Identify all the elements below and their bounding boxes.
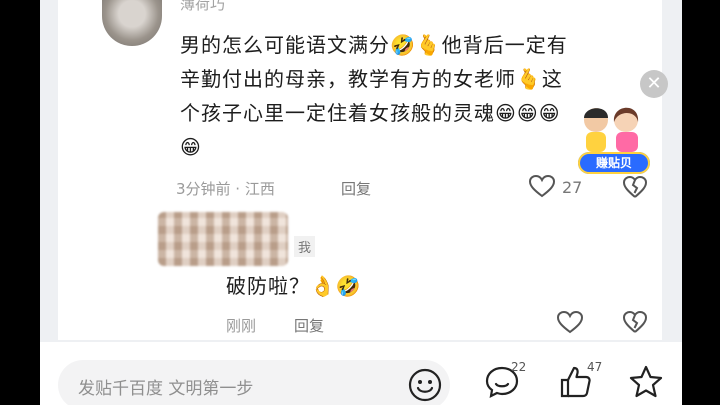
comment-count: 22	[511, 360, 527, 374]
star-icon[interactable]	[628, 364, 664, 400]
promo-badge[interactable]: 赚贴贝	[578, 152, 650, 174]
reply-text: 破防啦？👌🤣	[226, 274, 362, 298]
reply-time: 刚刚	[226, 317, 257, 335]
input-placeholder: 发贴千百度 文明第一步	[78, 379, 254, 399]
comment-line-1: 男的怎么可能语文满分🤣🫰他背后一定有	[180, 33, 568, 57]
comment-line-4: 😁	[180, 135, 202, 159]
blurred-username	[158, 212, 288, 266]
bottom-bar: 发贴千百度 文明第一步 22 47	[40, 342, 682, 405]
heart-icon[interactable]	[556, 310, 584, 334]
reply-button[interactable]: 回复	[341, 178, 371, 199]
comment-author[interactable]: 薄荷巧	[180, 0, 225, 14]
broken-heart-icon[interactable]	[622, 310, 648, 334]
author-tag: 我	[294, 236, 316, 257]
comment-input[interactable]: 发贴千百度 文明第一步	[58, 360, 450, 405]
heart-icon[interactable]	[528, 174, 556, 198]
emoji-smiley-icon[interactable]	[408, 368, 442, 402]
promo-people-icon	[584, 107, 639, 152]
like-count-bottom: 47	[587, 360, 603, 374]
comment-card: 薄荷巧 男的怎么可能语文满分🤣🫰他背后一定有 辛勤付出的母亲，教学有方的女老师🫰…	[58, 0, 662, 340]
phone-screen: 薄荷巧 男的怎么可能语文满分🤣🫰他背后一定有 辛勤付出的母亲，教学有方的女老师🫰…	[40, 0, 682, 405]
avatar[interactable]	[102, 0, 162, 46]
comment-line-3: 个孩子心里一定住着女孩般的灵魂😁😁😁	[180, 101, 561, 125]
comment-text: 男的怎么可能语文满分🤣🫰他背后一定有 辛勤付出的母亲，教学有方的女老师🫰这 个孩…	[180, 28, 620, 164]
promo-widget[interactable]: 赚贴贝	[574, 100, 654, 178]
close-icon[interactable]: ✕	[640, 70, 668, 98]
broken-heart-icon[interactable]	[622, 175, 648, 199]
comment-line-2: 辛勤付出的母亲，教学有方的女老师🫰这	[180, 67, 563, 91]
comment-meta: 3分钟前 · 江西	[176, 180, 275, 198]
like-count: 27	[562, 178, 583, 197]
reply-button-2[interactable]: 回复	[294, 315, 324, 336]
